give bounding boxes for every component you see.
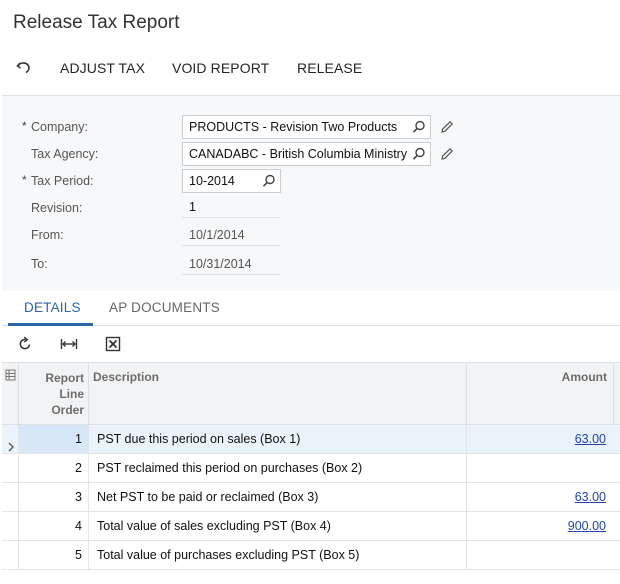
row-description: PST due this period on sales (Box 1) [89,425,467,453]
revision-value: 1 [189,200,196,214]
tax-agency-selector[interactable]: CANADABC - British Columbia Ministry [182,142,431,166]
row-amount [467,454,614,482]
tab-details[interactable]: DETAILS [24,300,81,315]
grid-toolbar [2,327,620,362]
from-field: 10/1/2014 [182,224,280,246]
column-config-icon[interactable] [5,369,16,381]
pencil-icon[interactable] [440,120,454,134]
amount-link[interactable]: 63.00 [575,432,606,446]
company-selector[interactable]: PRODUCTS - Revision Two Products [182,115,431,139]
required-marker: * [22,173,27,187]
amount-link[interactable]: 63.00 [575,490,606,504]
row-order: 3 [19,483,89,511]
row-amount: 63.00 [467,425,614,453]
table-row[interactable]: 1 PST due this period on sales (Box 1) 6… [2,425,620,454]
row-order: 4 [19,512,89,540]
pencil-icon[interactable] [440,147,454,161]
report-lines-grid: Report Line Order Description Amount 1 P… [2,362,620,570]
table-row[interactable]: 3 Net PST to be paid or reclaimed (Box 3… [2,483,620,512]
from-value: 10/1/2014 [189,228,245,242]
search-icon[interactable] [412,147,426,161]
undo-icon[interactable] [14,57,34,77]
fit-columns-icon[interactable] [60,336,78,352]
row-order: 2 [19,454,89,482]
to-value: 10/31/2014 [189,257,252,271]
required-marker: * [22,119,27,133]
table-row[interactable]: 4 Total value of sales excluding PST (Bo… [2,512,620,541]
to-label: To: [31,257,48,271]
excel-export-icon[interactable] [105,336,121,352]
tax-agency-value: CANADABC - British Columbia Ministry [189,147,407,161]
company-label: * Company: [22,119,88,134]
revision-field: 1 [182,196,280,218]
adjust-tax-button[interactable]: ADJUST TAX [60,60,145,76]
refresh-icon[interactable] [17,336,33,352]
summary-form: * Company: PRODUCTS - Revision Two Produ… [2,95,620,291]
search-icon[interactable] [412,120,426,134]
tax-period-label: * Tax Period: [22,173,94,188]
to-field: 10/31/2014 [182,253,280,275]
tab-bar: DETAILS AP DOCUMENTS [2,291,620,326]
row-description: PST reclaimed this period on purchases (… [89,454,467,482]
tax-period-selector[interactable]: 10-2014 [182,169,281,193]
row-order: 5 [19,541,89,569]
row-amount [467,541,614,569]
column-config-header [2,363,19,424]
tab-ap-documents[interactable]: AP DOCUMENTS [109,300,220,315]
company-value: PRODUCTS - Revision Two Products [189,120,398,134]
from-label: From: [31,228,64,242]
amount-link[interactable]: 900.00 [568,519,606,533]
page-title: Release Tax Report [13,12,180,33]
chevron-right-icon [7,434,15,452]
row-description: Total value of purchases excluding PST (… [89,541,467,569]
tax-period-value: 10-2014 [189,174,235,188]
tax-agency-label: Tax Agency: [31,147,99,161]
row-order: 1 [19,425,89,453]
row-description: Net PST to be paid or reclaimed (Box 3) [89,483,467,511]
row-amount: 63.00 [467,483,614,511]
column-header-order[interactable]: Report Line Order [19,363,89,424]
column-header-description[interactable]: Description [89,363,467,424]
release-button[interactable]: RELEASE [297,60,362,76]
row-amount: 900.00 [467,512,614,540]
void-report-button[interactable]: VOID REPORT [172,60,269,76]
search-icon[interactable] [262,174,276,188]
table-row[interactable]: 5 Total value of purchases excluding PST… [2,541,620,570]
active-tab-indicator [8,323,93,326]
grid-header: Report Line Order Description Amount [2,363,620,425]
column-header-amount[interactable]: Amount [467,363,614,424]
row-description: Total value of sales excluding PST (Box … [89,512,467,540]
main-toolbar: ADJUST TAX VOID REPORT RELEASE [0,56,620,80]
table-row[interactable]: 2 PST reclaimed this period on purchases… [2,454,620,483]
revision-label: Revision: [31,201,83,215]
